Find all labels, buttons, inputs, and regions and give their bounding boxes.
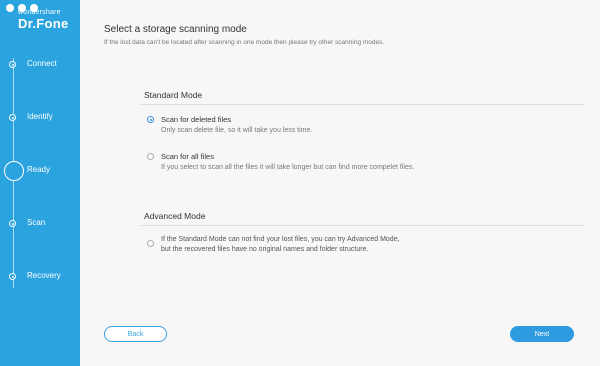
next-button[interactable]: Next bbox=[510, 326, 574, 342]
scan-all-radio[interactable] bbox=[147, 153, 154, 160]
scan-all-label[interactable]: Scan for all files bbox=[161, 152, 214, 161]
advanced-mode-line1: If the Standard Mode can not find your l… bbox=[161, 236, 400, 243]
advanced-mode-divider bbox=[141, 225, 585, 226]
step-recovery: Recovery bbox=[0, 267, 80, 287]
close-window-button[interactable] bbox=[6, 4, 14, 12]
step-pending-icon bbox=[9, 273, 16, 280]
main-panel: Select a storage scanning mode If the lo… bbox=[80, 0, 600, 366]
brand-company: wondershare bbox=[18, 9, 61, 16]
advanced-mode-line2: but the recovered files have no original… bbox=[161, 246, 369, 253]
step-connect: Connect bbox=[0, 55, 80, 75]
step-label: Identify bbox=[27, 112, 53, 121]
step-scan: Scan bbox=[0, 214, 80, 234]
back-button[interactable]: Back bbox=[104, 326, 167, 342]
scan-deleted-description: Only scan delete file, so it will take y… bbox=[161, 127, 313, 134]
sidebar: wondershare Dr.Fone Connect Identify Rea… bbox=[0, 0, 80, 366]
step-label: Connect bbox=[27, 59, 57, 68]
page-title: Select a storage scanning mode bbox=[104, 24, 247, 35]
step-pending-icon bbox=[9, 220, 16, 227]
step-ready: Ready bbox=[0, 161, 80, 181]
step-label: Ready bbox=[27, 165, 51, 174]
advanced-mode-title: Advanced Mode bbox=[144, 211, 206, 221]
app-window: wondershare Dr.Fone Connect Identify Rea… bbox=[0, 0, 600, 366]
scan-deleted-label[interactable]: Scan for deleted files bbox=[161, 115, 231, 124]
step-label: Scan bbox=[27, 218, 46, 227]
page-subtitle: If the lost data can't be located after … bbox=[104, 39, 385, 46]
standard-mode-title: Standard Mode bbox=[144, 90, 203, 100]
step-done-icon bbox=[9, 114, 16, 121]
step-current-icon bbox=[4, 161, 24, 181]
step-label: Recovery bbox=[27, 271, 61, 280]
step-done-icon bbox=[9, 61, 16, 68]
advanced-mode-radio[interactable] bbox=[147, 240, 154, 247]
standard-mode-divider bbox=[141, 104, 585, 105]
step-identify: Identify bbox=[0, 108, 80, 128]
brand-logo: Dr.Fone bbox=[18, 16, 69, 31]
scan-all-description: If you select to scan all the files it w… bbox=[161, 164, 415, 171]
scan-deleted-radio[interactable] bbox=[147, 116, 154, 123]
